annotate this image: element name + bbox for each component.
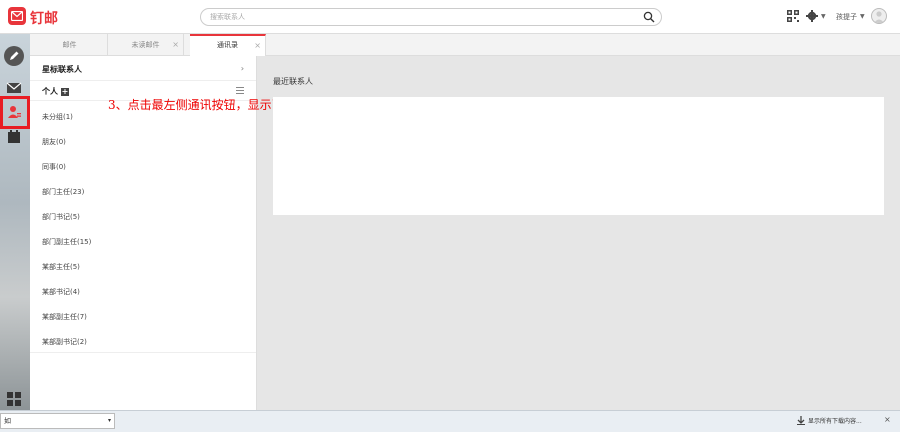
chevron-right-icon: › xyxy=(240,64,244,73)
divider xyxy=(30,352,256,353)
add-group-button[interactable]: + xyxy=(61,87,69,96)
avatar[interactable] xyxy=(871,8,887,24)
recent-contacts-card xyxy=(273,97,884,215)
group-item[interactable]: 某部副主任(7) xyxy=(30,312,256,322)
tab-bar: 邮件 未读邮件 × 通讯录 × xyxy=(30,34,900,56)
group-item[interactable]: 某部副书记(2) xyxy=(30,337,256,347)
close-icon[interactable]: × xyxy=(254,36,261,55)
tab-label: 邮件 xyxy=(62,41,77,49)
group-item[interactable]: 部门书记(5) xyxy=(30,212,256,222)
browser-status-bar: 如 ▾ 显示所有下载内容... × xyxy=(0,410,900,432)
gear-icon[interactable] xyxy=(806,10,818,25)
divider xyxy=(30,80,256,81)
recent-contacts-title: 最近联系人 xyxy=(273,77,313,86)
group-item[interactable]: 同事(0) xyxy=(30,162,256,172)
user-chevron-down-icon[interactable]: ▼ xyxy=(860,13,865,20)
contacts-nav-icon[interactable] xyxy=(5,104,23,122)
search-box[interactable]: 搜索联系人 xyxy=(200,8,662,26)
starred-label: 星标联系人 xyxy=(42,65,82,74)
group-item[interactable]: 未分组(1) xyxy=(30,112,256,122)
group-item[interactable]: 某部书记(4) xyxy=(30,287,256,297)
close-icon[interactable]: × xyxy=(172,34,179,56)
mail-logo-icon[interactable] xyxy=(8,7,26,25)
search-input[interactable]: 搜索联系人 xyxy=(210,12,245,22)
top-bar: 钉邮 搜索联系人 ▼ 孩提子 ▼ xyxy=(0,0,900,34)
tab-unread-mail[interactable]: 未读邮件 × xyxy=(108,34,184,56)
left-nav-bar xyxy=(0,34,30,410)
close-icon[interactable]: × xyxy=(884,415,891,424)
tab-label: 通讯录 xyxy=(217,41,238,49)
tab-mail[interactable]: 邮件 xyxy=(32,34,108,56)
user-name[interactable]: 孩提子 xyxy=(836,12,857,22)
starred-contacts[interactable]: 星标联系人 › xyxy=(30,64,256,75)
calendar-nav-icon[interactable] xyxy=(5,130,23,148)
download-item[interactable]: 如 ▾ xyxy=(0,413,115,429)
tab-contacts[interactable]: 通讯录 × xyxy=(190,34,266,56)
menu-icon[interactable] xyxy=(236,87,244,96)
group-item[interactable]: 朋友(0) xyxy=(30,137,256,147)
group-item[interactable]: 部门主任(23) xyxy=(30,187,256,197)
apps-grid-icon[interactable] xyxy=(7,392,21,409)
show-all-downloads-link[interactable]: 显示所有下载内容... xyxy=(808,416,862,425)
personal-label: 个人 xyxy=(42,87,58,96)
pencil-icon xyxy=(10,51,19,60)
download-item-label: 如 xyxy=(4,417,11,425)
chevron-down-icon[interactable]: ▾ xyxy=(108,414,111,428)
compose-button[interactable] xyxy=(4,46,24,66)
app-brand: 钉邮 xyxy=(30,11,58,27)
group-item[interactable]: 部门副主任(15) xyxy=(30,237,256,247)
tab-label: 未读邮件 xyxy=(131,41,160,49)
qr-code-icon[interactable] xyxy=(787,10,799,25)
search-icon[interactable] xyxy=(643,11,655,26)
download-arrow-icon xyxy=(797,416,805,428)
group-item[interactable]: 某部主任(5) xyxy=(30,262,256,272)
settings-chevron-down-icon[interactable]: ▼ xyxy=(821,13,826,20)
